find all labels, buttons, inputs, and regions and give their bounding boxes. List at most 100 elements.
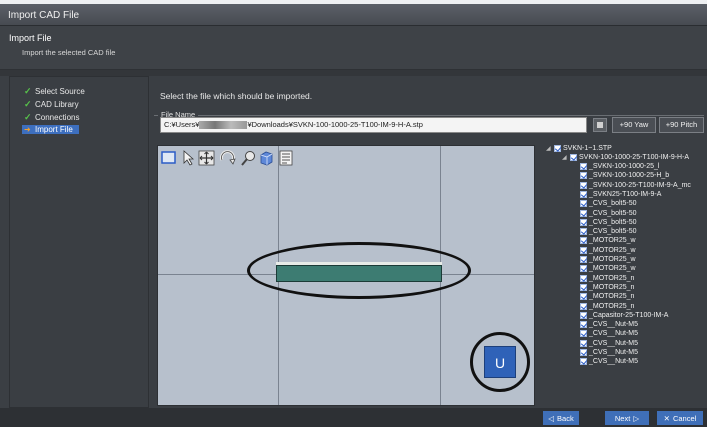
checkbox-icon[interactable] (580, 190, 587, 198)
step-cad-library[interactable]: ✓ CAD Library (24, 99, 79, 110)
checkbox-icon[interactable] (580, 274, 587, 282)
tree-node-part[interactable]: _MOTOR25_w (580, 237, 636, 245)
tree-node-part[interactable]: _CVS_bolt5-50 (580, 200, 636, 208)
page-title: Import File (9, 33, 52, 43)
checkbox-icon[interactable] (580, 200, 587, 208)
tree-node-part[interactable]: _CVS__Nut-M5 (580, 321, 639, 329)
tree-node-part[interactable]: _CVS_bolt5-50 (580, 218, 636, 226)
step-label: Import File (35, 125, 73, 134)
checkbox-icon[interactable] (580, 349, 587, 356)
pan-icon[interactable] (198, 150, 216, 166)
step-import-file[interactable]: ➜ Import File (22, 125, 79, 134)
tree-node-part[interactable]: _CVS__Nut-M5 (580, 339, 639, 347)
view-cube-icon[interactable] (258, 150, 274, 166)
tree-label: _CVS__Nut-M5 (589, 349, 639, 356)
checkbox-icon[interactable] (580, 330, 587, 338)
tree-node-part[interactable]: _MOTOR25_n (580, 283, 635, 291)
tree-node-part[interactable]: _MOTOR25_n (580, 302, 635, 310)
back-label: Back (557, 413, 574, 423)
pointer-icon[interactable] (180, 150, 196, 166)
checkbox-icon[interactable] (580, 228, 587, 236)
redacted-username (199, 121, 248, 130)
tree-node-part[interactable]: _CVS__Nut-M5 (580, 349, 638, 356)
tree-label: _CVS_bolt5-50 (589, 209, 637, 217)
select-box-icon[interactable] (161, 150, 177, 166)
browse-button[interactable] (593, 118, 607, 132)
tree-label: _MOTOR25_n (589, 283, 635, 291)
tree-label: _MOTOR25_n (589, 302, 635, 310)
title-bar: Import CAD File (0, 0, 707, 26)
checkbox-icon[interactable] (580, 293, 587, 301)
step-label: CAD Library (35, 100, 79, 109)
checkbox-icon[interactable] (580, 358, 587, 366)
tree-node-part[interactable]: _SVKN-100-1000-25_l (580, 163, 659, 170)
step-label: Connections (35, 113, 80, 122)
tree-node-part[interactable]: _Capasitor-25-T100-IM-A (580, 311, 668, 319)
checkbox-icon[interactable] (580, 163, 587, 170)
checkbox-icon[interactable] (580, 256, 587, 263)
back-button[interactable]: ◁ Back (543, 411, 579, 425)
tree-node-part[interactable]: _MOTOR25_n (580, 293, 635, 301)
step-select-source[interactable]: ✓ Select Source (24, 86, 85, 97)
tree-node-part[interactable]: _CVS__Nut-M5 (580, 330, 639, 338)
check-icon: ✓ (24, 112, 32, 122)
rotate-icon[interactable] (219, 150, 237, 166)
checkbox-icon[interactable] (580, 237, 587, 245)
checkbox-icon[interactable] (580, 246, 587, 254)
cancel-label: Cancel (672, 413, 697, 423)
tree-label: _SVKN-100-1000-25_l (589, 163, 660, 170)
tree-node-root[interactable]: ◢ SVKN-1~1.STP (546, 145, 612, 152)
tree-label: SVKN-1~1.STP (563, 145, 612, 152)
tree-label: _CVS__Nut-M5 (589, 330, 639, 338)
checkbox-icon[interactable] (580, 302, 587, 310)
tree-node-part[interactable]: _CVS__Nut-M5 (580, 358, 639, 366)
highlight-circle (470, 332, 530, 392)
tree-label: _CVS__Nut-M5 (589, 339, 639, 347)
pitch-button[interactable]: +90 Pitch (659, 117, 704, 133)
tree-label: _MOTOR25_w (589, 265, 636, 273)
tree-node-part[interactable]: _SVKN25-T100-IM-9-A (580, 190, 661, 198)
yaw-button[interactable]: +90 Yaw (612, 117, 656, 133)
tree-label: _CVS__Nut-M5 (589, 358, 639, 366)
tree-node-part[interactable]: _CVS_bolt5-50 (580, 209, 637, 217)
tree-node-part[interactable]: _SVKN-100-25-T100-IM-9-A_mc (580, 181, 691, 189)
tree-node-assembly[interactable]: ◢ SVKN-100-1000-25-T100-IM-9-H-A (562, 154, 689, 161)
next-icon: ▷ (633, 413, 640, 423)
tree-node-part[interactable]: _SVKN-100-1000-25-H_b (580, 172, 669, 180)
tree-node-part[interactable]: _MOTOR25_n (580, 274, 635, 282)
properties-icon[interactable] (278, 150, 294, 166)
checkbox-icon[interactable] (580, 283, 587, 291)
tree-node-part[interactable]: _MOTOR25_w (580, 246, 636, 254)
3d-viewport[interactable]: U (157, 145, 535, 406)
tree-node-part[interactable]: _CVS_bolt5-50 (580, 228, 637, 236)
footer-bar (0, 408, 707, 427)
check-icon: ✓ (24, 99, 32, 109)
tree-label: _SVKN-100-25-T100-IM-9-A_mc (589, 181, 691, 189)
zoom-icon[interactable] (240, 150, 256, 166)
tree-label: _CVS_bolt5-50 (589, 228, 637, 236)
checkbox-icon[interactable] (580, 181, 587, 189)
checkbox-icon[interactable] (554, 145, 561, 152)
tree-node-part[interactable]: _MOTOR25_w (580, 265, 636, 273)
checkbox-icon[interactable] (580, 265, 587, 273)
tree-label: _CVS__Nut-M5 (589, 321, 639, 329)
checkbox-icon[interactable] (580, 209, 587, 217)
step-connections[interactable]: ✓ Connections (24, 112, 79, 123)
checkbox-icon[interactable] (580, 218, 587, 226)
collapse-icon[interactable]: ◢ (562, 154, 568, 161)
checkbox-icon[interactable] (580, 311, 587, 319)
tree-label: _MOTOR25_w (589, 246, 636, 254)
tree-label: _MOTOR25_n (589, 293, 635, 301)
checkbox-icon[interactable] (580, 321, 587, 329)
tree-node-part[interactable]: _MOTOR25_w (580, 256, 636, 263)
checkbox-icon[interactable] (580, 339, 587, 347)
cancel-button[interactable]: ✕ Cancel (657, 411, 703, 425)
next-button[interactable]: Next ▷ (605, 411, 649, 425)
checkbox-icon[interactable] (580, 172, 587, 180)
tree-label: _MOTOR25_n (589, 274, 635, 282)
wizard-header: Import File Import the selected CAD file (0, 26, 707, 70)
file-path-field[interactable]: C:¥Users¥ ¥Downloads¥SVKN-100-1000-25-T10… (160, 117, 587, 133)
collapse-icon[interactable]: ◢ (546, 145, 552, 152)
checkbox-icon[interactable] (570, 154, 577, 161)
highlight-ellipse (247, 242, 471, 299)
